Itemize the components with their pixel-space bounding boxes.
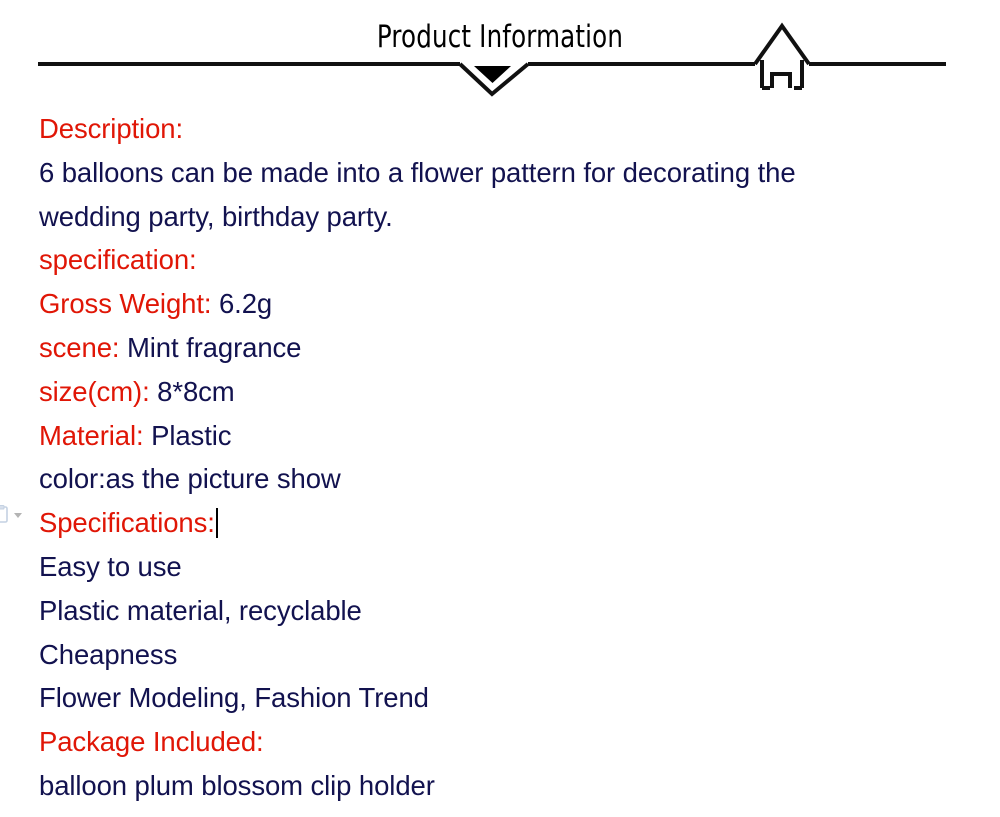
label-material: Material:	[39, 419, 144, 451]
line-gross-weight: Gross Weight: 6.2g	[39, 282, 979, 326]
paste-options-graphic[interactable]	[0, 505, 25, 527]
header-banner: Product Information	[0, 0, 1000, 105]
paste-options-button[interactable]	[0, 505, 25, 527]
line-material: Material: Plastic	[39, 414, 979, 458]
line-color: color:as the picture show	[39, 457, 979, 501]
label-size: size(cm):	[39, 375, 150, 407]
label-package-included: Package Included:	[39, 726, 264, 758]
line-description-text-1: 6 balloons can be made into a flower pat…	[39, 151, 979, 195]
value-feature-flower-modeling: Flower Modeling, Fashion Trend	[39, 682, 429, 714]
value-material: Plastic	[151, 419, 232, 451]
clipboard-clip-icon	[0, 505, 5, 510]
value-feature-cheapness: Cheapness	[39, 638, 178, 670]
line-feature-flower-modeling: Flower Modeling, Fashion Trend	[39, 676, 979, 720]
house-door-icon	[770, 72, 792, 88]
value-description-text-1: 6 balloons can be made into a flower pat…	[39, 156, 796, 188]
page-title: Product Information	[376, 19, 624, 55]
value-package-contents: balloon plum blossom clip holder	[39, 769, 435, 801]
product-information-body: Description: 6 balloons can be made into…	[39, 107, 979, 808]
line-specifications-heading: Specifications:	[39, 501, 979, 545]
line-package-included-heading: Package Included:	[39, 720, 979, 764]
value-description-text-2: wedding party, birthday party.	[39, 200, 393, 232]
line-scene: scene: Mint fragrance	[39, 326, 979, 370]
line-package-contents: balloon plum blossom clip holder	[39, 764, 979, 808]
value-gross-weight: 6.2g	[218, 288, 273, 320]
value-color: color:as the picture show	[39, 463, 341, 495]
line-description-heading: Description:	[39, 107, 979, 151]
label-specifications: Specifications:	[39, 507, 215, 539]
value-feature-easy-to-use: Easy to use	[39, 550, 182, 582]
label-specification: specification:	[39, 244, 197, 276]
line-specification-heading: specification:	[39, 238, 979, 282]
label-scene: scene:	[39, 331, 120, 363]
value-scene: Mint fragrance	[126, 331, 302, 363]
label-gross-weight: Gross Weight:	[39, 288, 212, 320]
value-feature-recyclable: Plastic material, recyclable	[39, 594, 362, 626]
chevron-down-icon[interactable]	[14, 513, 22, 518]
line-feature-cheapness: Cheapness	[39, 633, 979, 677]
text-cursor-caret	[215, 508, 218, 539]
label-description: Description:	[39, 113, 183, 144]
line-description-text-2: wedding party, birthday party.	[39, 195, 979, 239]
line-feature-easy-to-use: Easy to use	[39, 545, 979, 589]
value-size: 8*8cm	[157, 375, 235, 407]
line-feature-recyclable: Plastic material, recyclable	[39, 589, 979, 633]
line-size: size(cm): 8*8cm	[39, 370, 979, 414]
